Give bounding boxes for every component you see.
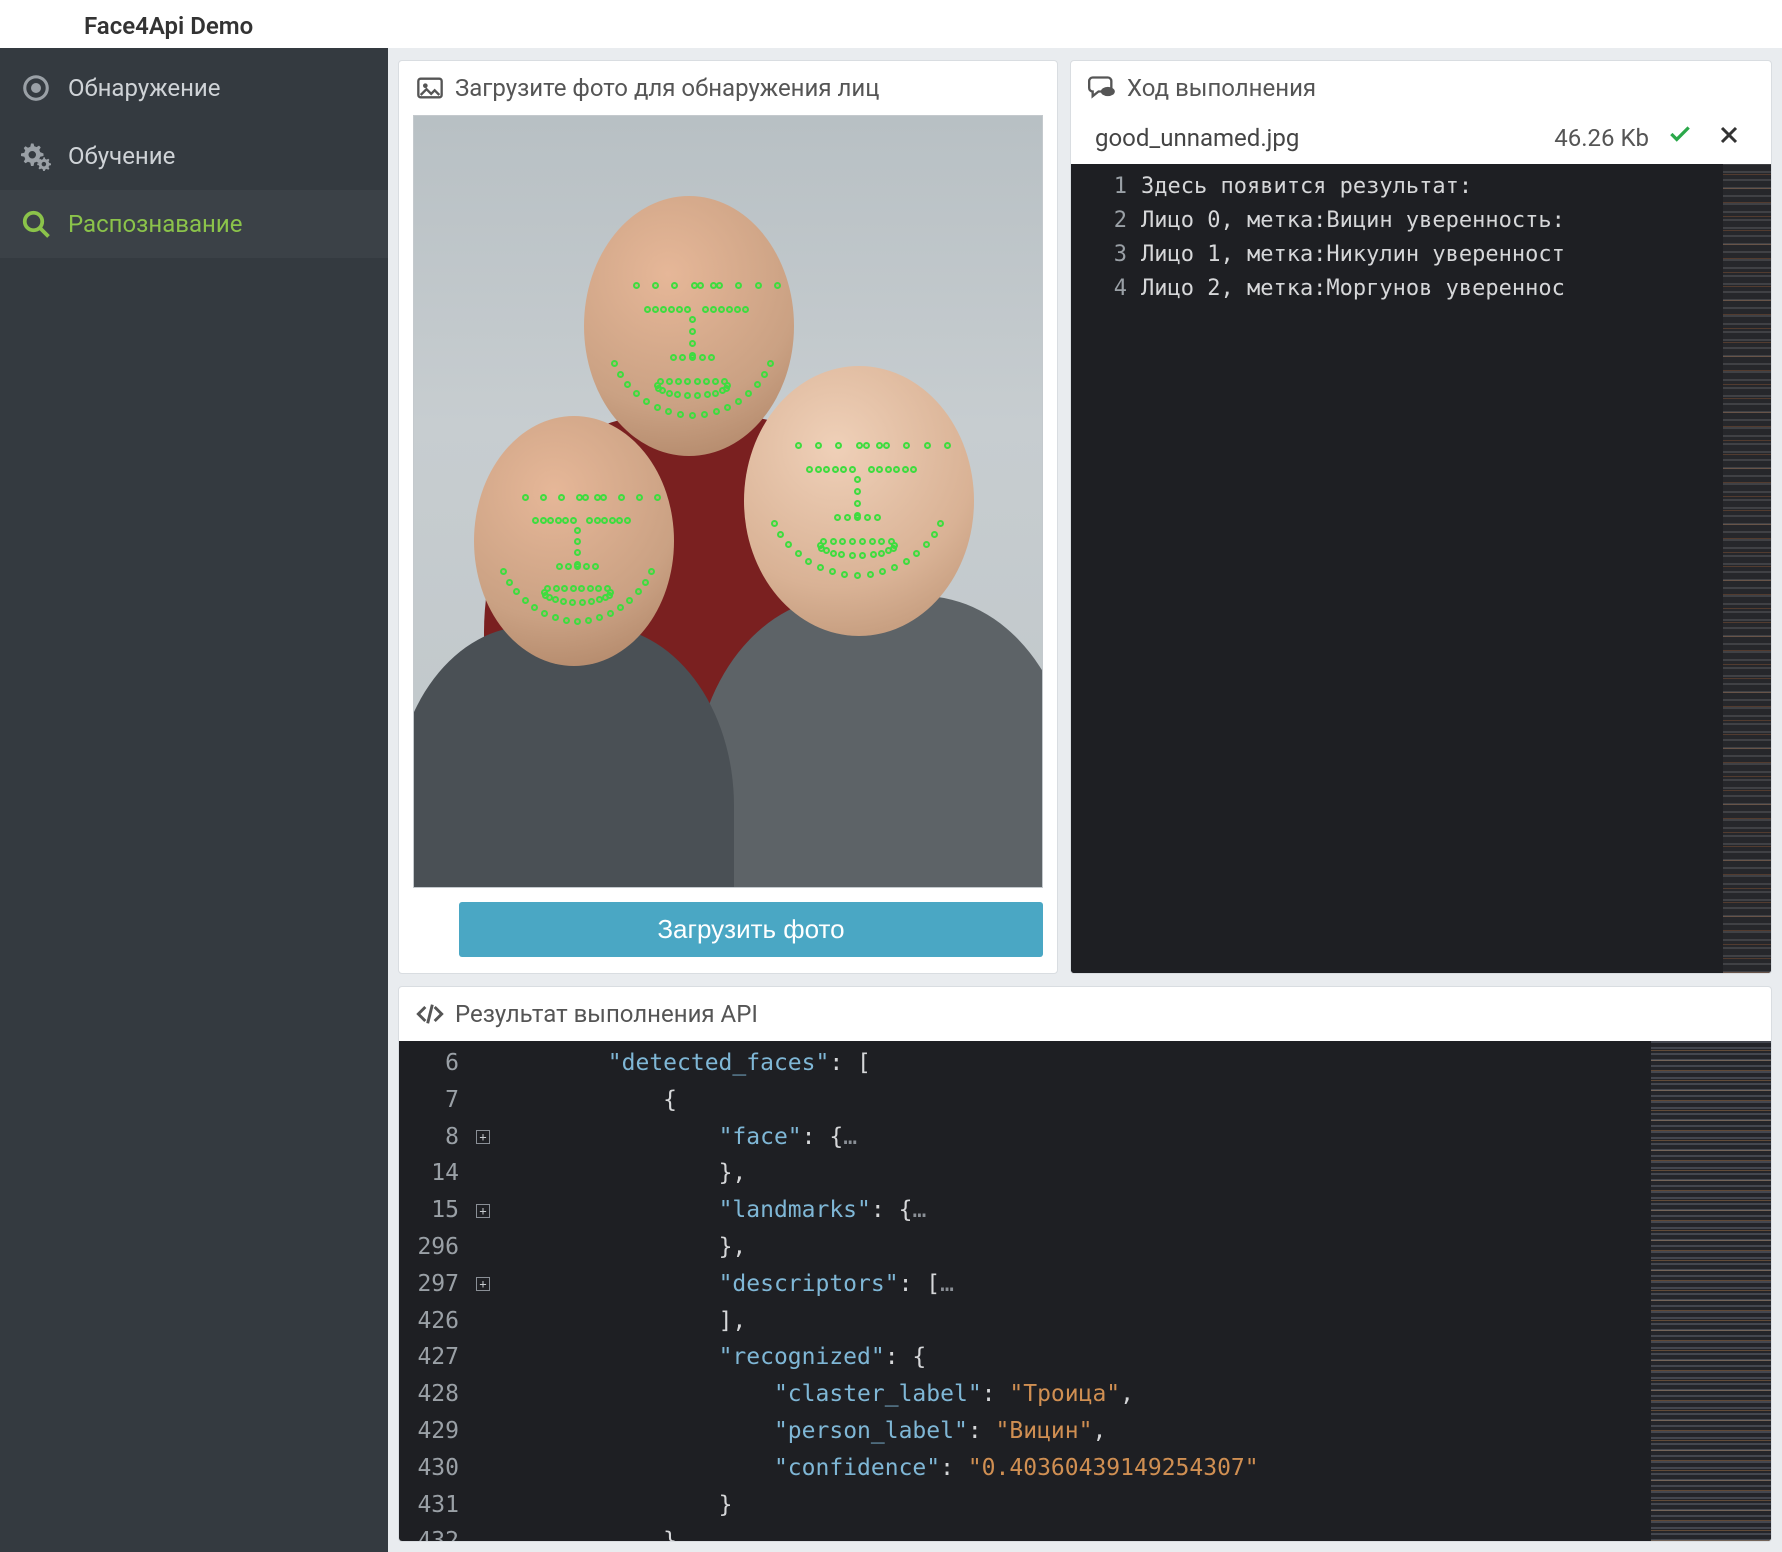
close-icon[interactable] (1711, 121, 1747, 154)
sidebar-item-training[interactable]: Обучение (0, 122, 388, 190)
log-panel: Ход выполнения good_unnamed.jpg 46.26 Kb (1070, 60, 1772, 974)
minimap[interactable] (1723, 164, 1771, 973)
log-editor[interactable]: 1234 Здесь появится результат:Лицо 0, ме… (1071, 164, 1771, 973)
upload-panel: Загрузите фото для обнаружения лиц Загру… (398, 60, 1058, 974)
sidebar-item-label: Обнаружение (68, 74, 220, 102)
comments-icon (1087, 73, 1117, 103)
code-icon (415, 999, 445, 1029)
sidebar-item-recognition[interactable]: Распознавание (0, 190, 388, 258)
file-size: 46.26 Kb (1554, 124, 1649, 152)
sidebar-item-label: Распознавание (68, 210, 242, 238)
upload-button[interactable]: Загрузить фото (459, 902, 1043, 957)
search-icon (18, 206, 54, 242)
uploaded-file-row: good_unnamed.jpg 46.26 Kb (1071, 115, 1771, 164)
upload-panel-title: Загрузите фото для обнаружения лиц (455, 74, 879, 102)
json-editor[interactable]: 6781415296297426427428429430431432433 ++… (399, 1041, 1771, 1541)
sidebar-item-label: Обучение (68, 142, 175, 170)
file-name: good_unnamed.jpg (1095, 124, 1299, 152)
check-icon (1667, 121, 1693, 154)
result-panel-title: Результат выполнения API (455, 1000, 758, 1028)
image-icon (415, 73, 445, 103)
result-panel: Результат выполнения API 678141529629742… (398, 986, 1772, 1542)
gears-icon (18, 138, 54, 174)
log-panel-title: Ход выполнения (1127, 74, 1316, 102)
sidebar: Обнаружение Обучение Распознавание (0, 48, 388, 1552)
minimap[interactable] (1651, 1041, 1771, 1541)
record-icon (18, 70, 54, 106)
sidebar-item-detection[interactable]: Обнаружение (0, 54, 388, 122)
app-title: Face4Api Demo (0, 0, 1782, 48)
uploaded-photo (413, 115, 1043, 888)
